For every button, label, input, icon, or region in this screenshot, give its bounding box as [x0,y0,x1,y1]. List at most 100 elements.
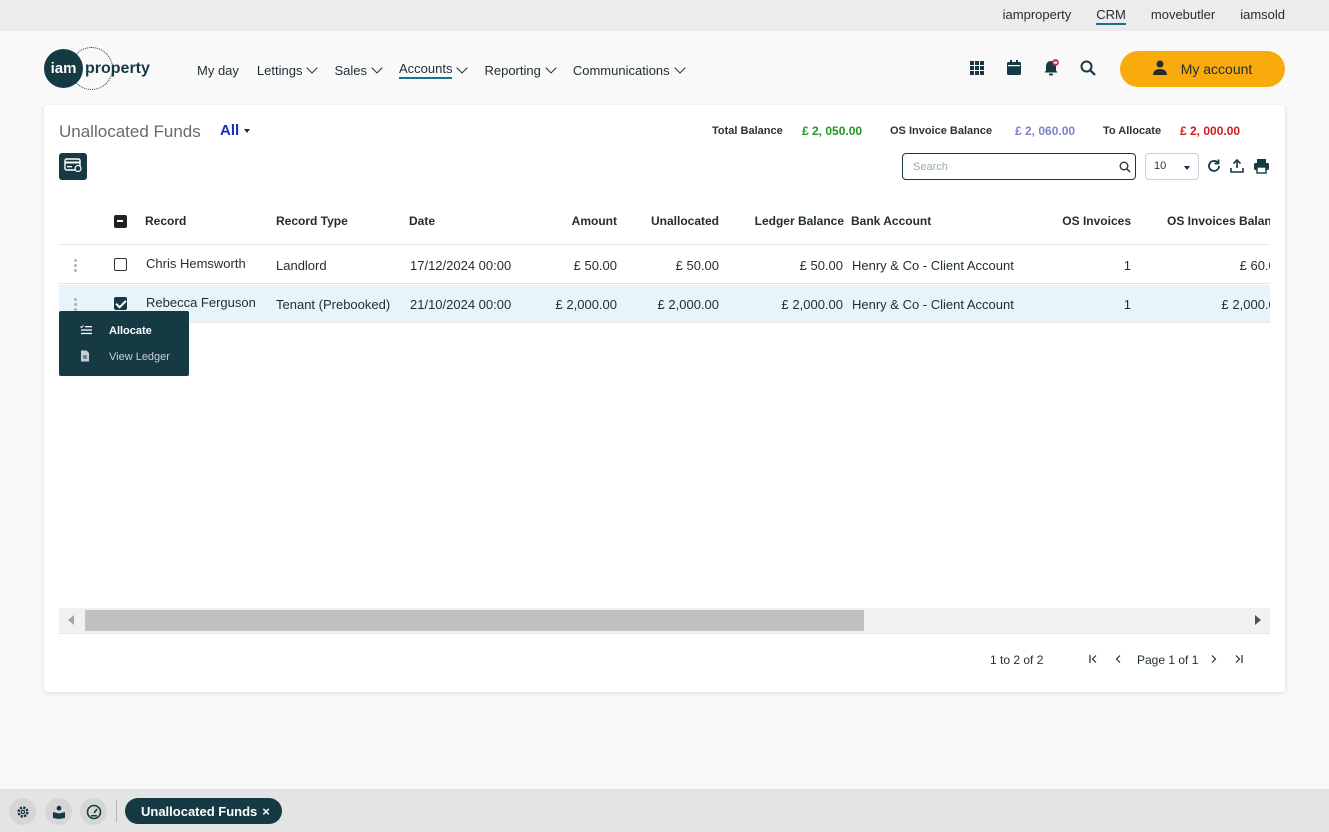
os-invoice-balance-value: £ 2, 060.00 [1015,124,1076,138]
table-row[interactable]: Rebecca Ferguson Tenant (Prebooked) 21/1… [59,285,1270,323]
cell-os-invoices: 1 [1123,258,1131,273]
search-input[interactable]: Search [902,153,1136,180]
row-checkbox[interactable] [114,297,127,310]
nav-item-sales[interactable]: Sales [334,61,383,79]
logo[interactable]: iam property [44,47,150,90]
nav-label: Accounts [398,61,453,79]
nav-label: My day [197,62,239,78]
pager-divider [59,633,1270,634]
person-icon [1152,60,1167,78]
list-check-icon [80,324,92,338]
brand-link-iamproperty[interactable]: iamproperty [1003,7,1072,25]
cell-ledger-balance: £ 2,000.00 [781,297,843,312]
print-icon[interactable] [1253,158,1269,174]
export-icon[interactable] [1229,158,1245,174]
column-header-unallocated[interactable]: Unallocated [619,214,719,228]
brand-link-iamsold[interactable]: iamsold [1240,7,1285,25]
row-actions-icon[interactable] [74,259,77,272]
gear-icon[interactable] [9,798,36,825]
apps-grid-icon[interactable] [968,59,986,77]
brand-link-movebutler[interactable]: movebutler [1151,7,1215,25]
nav-item-my-day[interactable]: My day [197,61,239,79]
row-checkbox[interactable] [114,258,127,271]
horizontal-scrollbar[interactable] [59,608,1270,633]
caret-down-icon [244,129,251,134]
pager-summary: 1 to 2 of 2 [990,653,1044,667]
brand-link-crm[interactable]: CRM [1096,7,1126,25]
filter-dropdown[interactable]: All [220,122,251,139]
row-actions-icon[interactable] [74,298,77,311]
column-header-amount[interactable]: Amount [517,214,617,228]
brand-bar: iamproperty CRM movebutler iamsold [0,0,1329,31]
speedometer-icon[interactable] [80,798,107,825]
column-header-record[interactable]: Record [145,214,186,228]
taskbar-tab-label: Unallocated Funds [141,803,258,819]
cell-unallocated: £ 50.00 [675,258,719,273]
logo-word: property [85,59,150,77]
calendar-icon[interactable] [1005,59,1023,77]
search-icon[interactable] [1079,59,1097,77]
nav-item-communications[interactable]: Communications [573,61,686,79]
chevron-down-icon [456,62,469,74]
main-header: iam property My day Lettings Sales Accou… [0,31,1329,105]
column-header-os-invoices[interactable]: OS Invoices [1031,214,1131,228]
first-page-icon[interactable] [1088,654,1098,667]
menu-item-label: View Ledger [109,351,170,363]
table-header: Record Record Type Date Amount Unallocat… [59,200,1270,245]
my-account-button[interactable]: My account [1120,51,1285,87]
cell-record-type: Landlord [276,258,327,273]
cell-date: 17/12/2024 00:00 [410,258,512,273]
main-nav: My day Lettings Sales Accounts Reporting… [197,61,702,79]
cell-date: 21/10/2024 00:00 [410,297,512,312]
cell-bank-account: Henry & Co - Client Account [852,297,1014,312]
next-page-icon[interactable] [1209,654,1219,667]
previous-page-icon[interactable] [1113,654,1123,667]
nav-item-reporting[interactable]: Reporting [484,61,557,79]
cell-unallocated: £ 2,000.00 [657,297,719,312]
page-size-select[interactable]: 10 [1145,153,1199,180]
column-header-record-type[interactable]: Record Type [276,214,348,228]
menu-item-allocate[interactable]: Allocate [59,318,189,344]
nav-item-accounts[interactable]: Accounts [398,61,469,79]
scroll-right-arrow-icon[interactable] [1255,615,1261,625]
table-row[interactable]: Chris Hemsworth Landlord 17/12/2024 00:0… [59,246,1270,284]
close-icon[interactable]: × [262,804,270,819]
cell-record[interactable]: Chris Hemsworth [146,256,246,271]
os-invoice-balance-label: OS Invoice Balance [890,125,993,137]
cell-amount: £ 2,000.00 [555,297,617,312]
taskbar-tab-unallocated-funds[interactable]: Unallocated Funds × [125,798,282,824]
page-title: Unallocated Funds [59,122,201,141]
scrollbar-thumb[interactable] [85,610,864,631]
column-header-bank-account[interactable]: Bank Account [851,214,931,228]
cell-record[interactable]: Rebecca Ferguson [146,295,256,310]
chevron-down-icon [674,62,686,74]
column-header-ledger-balance[interactable]: Ledger Balance [724,214,844,228]
menu-item-view-ledger[interactable]: View Ledger [59,344,189,370]
column-header-date[interactable]: Date [409,214,435,228]
page-indicator: Page 1 of 1 [1137,653,1199,667]
payment-card-button[interactable] [59,153,87,180]
refresh-icon[interactable] [1206,158,1222,174]
nav-item-lettings[interactable]: Lettings [256,61,319,79]
to-allocate-label: To Allocate [1103,125,1162,137]
total-balance-value: £ 2, 050.00 [802,124,863,138]
menu-item-label: Allocate [109,325,152,337]
search-icon [1119,161,1131,173]
taskbar-divider [116,800,117,822]
last-page-icon[interactable] [1234,654,1244,667]
user-book-icon[interactable] [45,798,72,825]
scroll-left-arrow-icon[interactable] [68,615,74,625]
select-all-checkbox[interactable] [114,215,127,228]
brand-links: iamproperty CRM movebutler iamsold [1003,7,1285,25]
cell-amount: £ 50.00 [573,258,617,273]
cell-ledger-balance: £ 50.00 [799,258,843,273]
caret-down-icon [1184,166,1190,170]
cell-os-invoices-balance: £ 2,000.00 [1221,297,1270,312]
column-header-os-invoices-balance[interactable]: OS Invoices Balance [1167,214,1270,228]
bell-icon[interactable] [1042,59,1060,77]
nav-label: Lettings [256,62,303,78]
search-button[interactable] [1114,153,1136,180]
cell-record-type: Tenant (Prebooked) [276,297,391,312]
total-balance-label: Total Balance [712,125,783,137]
nav-label: Reporting [484,62,541,78]
